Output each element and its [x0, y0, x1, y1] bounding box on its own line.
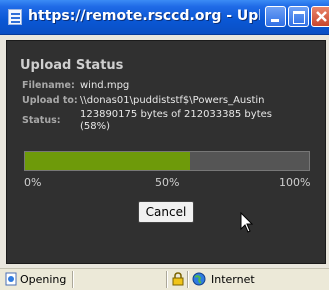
upload-progress-bar	[24, 151, 310, 171]
status-label: Status:	[22, 115, 61, 126]
mouse-cursor-icon	[240, 212, 254, 233]
lock-icon[interactable]	[172, 272, 184, 286]
status-bar: Opening Internet	[0, 268, 329, 290]
title-bar[interactable]: https://remote.rsccd.org - Upload St...	[0, 0, 329, 35]
maximize-button[interactable]	[288, 6, 309, 27]
filename-label: Filename:	[22, 80, 75, 91]
page-title: Upload Status	[20, 58, 124, 73]
progress-fill	[25, 152, 190, 170]
globe-icon	[192, 272, 206, 286]
close-icon	[316, 11, 327, 22]
window-title: https://remote.rsccd.org - Upload St...	[28, 8, 260, 24]
status-value-percent: (58%)	[80, 121, 111, 132]
ie-page-icon	[8, 9, 22, 25]
security-zone-label: Internet	[211, 273, 255, 286]
status-divider	[187, 271, 188, 288]
cancel-button[interactable]: Cancel	[138, 201, 194, 223]
progress-scale-max: 100%	[279, 176, 311, 189]
progress-scale-min: 0%	[24, 176, 42, 189]
status-divider	[72, 271, 73, 288]
status-value-bytes: 123890175 bytes of 212033385 bytes	[80, 109, 272, 120]
upload-to-label: Upload to:	[22, 95, 78, 106]
minimize-button[interactable]	[265, 6, 286, 27]
filename-value: wind.mpg	[80, 80, 130, 91]
upload-window: https://remote.rsccd.org - Upload St... …	[0, 0, 329, 290]
progress-scale-mid: 50%	[155, 176, 180, 189]
page-icon	[5, 272, 17, 286]
close-button[interactable]	[311, 6, 329, 27]
status-divider	[166, 271, 167, 288]
upload-to-value: \\donas01\puddiststf$\Powers_Austin	[80, 95, 265, 106]
status-text: Opening	[20, 273, 67, 286]
